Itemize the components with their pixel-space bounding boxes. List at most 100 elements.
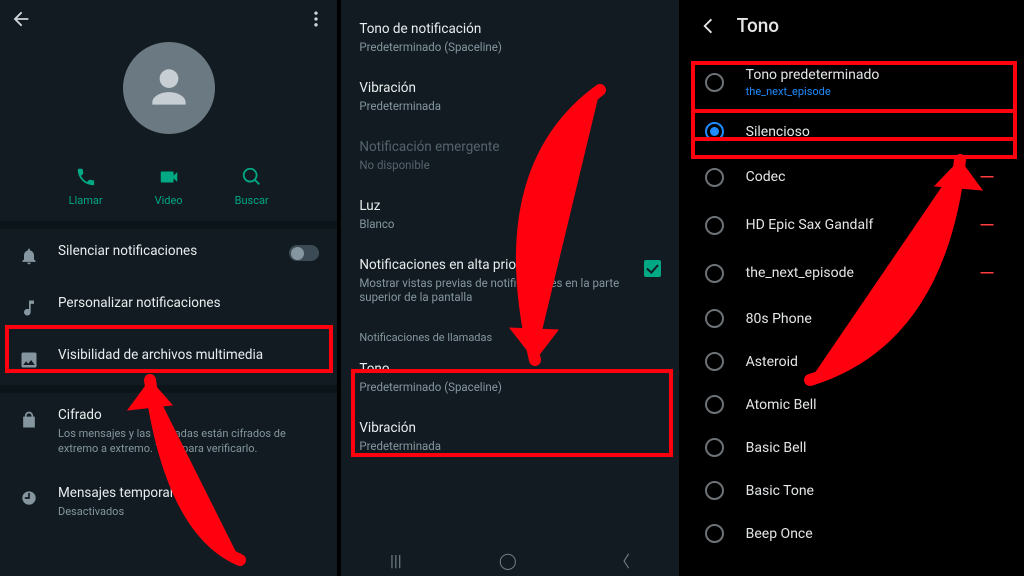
vibration-title: Vibración — [359, 80, 660, 96]
remove-icon[interactable]: — — [976, 165, 998, 189]
image-icon — [18, 349, 40, 371]
call-label: Llamar — [69, 194, 103, 207]
mute-toggle[interactable] — [289, 245, 319, 261]
vibration2-title: Vibración — [359, 420, 660, 436]
music-note-icon — [18, 297, 40, 319]
ringtone-label: Beep Once — [746, 526, 813, 542]
call-tone-row[interactable]: Tono Predeterminado (Spaceline) — [341, 348, 678, 407]
ringtone-option[interactable]: Codec — — [683, 153, 1020, 201]
notification-tone-row[interactable]: Tono de notificación Predeterminado (Spa… — [341, 8, 678, 67]
customize-notifications-row[interactable]: Personalizar notificaciones — [0, 281, 337, 333]
call-tone-value: Predeterminado (Spaceline) — [359, 380, 660, 394]
radio-icon[interactable] — [705, 309, 724, 328]
ringtone-label: Silencioso — [746, 124, 810, 140]
remove-icon[interactable]: — — [976, 261, 998, 285]
popup-value: No disponible — [359, 158, 660, 172]
customize-label: Personalizar notificaciones — [58, 295, 319, 311]
popup-row: Notificación emergente No disponible — [341, 126, 678, 185]
search-label: Buscar — [235, 194, 269, 207]
video-icon — [158, 166, 180, 188]
media-label: Visibilidad de archivos multimedia — [58, 347, 319, 363]
ringtone-option[interactable]: Asteroid — [683, 340, 1020, 383]
search-action[interactable]: Buscar — [235, 166, 269, 207]
disappearing-title: Mensajes temporales — [58, 485, 187, 501]
radio-icon[interactable] — [705, 524, 724, 543]
vibration2-row[interactable]: Vibración Predeterminada — [341, 407, 678, 466]
notification-tone-title: Tono de notificación — [359, 21, 660, 37]
bell-icon — [18, 245, 40, 267]
light-row[interactable]: Luz Blanco — [341, 185, 678, 244]
radio-icon[interactable] — [705, 122, 724, 141]
ringtone-sublabel: the_next_episode — [746, 85, 998, 98]
notification-tone-value: Predeterminado (Spaceline) — [359, 40, 660, 54]
radio-icon[interactable] — [705, 352, 724, 371]
radio-icon[interactable] — [705, 481, 724, 500]
disappearing-sub: Desactivados — [58, 505, 319, 520]
ringtone-picker-screen: Tono Tono predeterminado the_next_episode… — [683, 0, 1024, 576]
call-action[interactable]: Llamar — [69, 166, 103, 207]
radio-icon[interactable] — [705, 216, 724, 235]
lock-icon — [18, 409, 40, 431]
contact-avatar[interactable] — [123, 42, 215, 134]
ringtone-option[interactable]: the_next_episode — — [683, 249, 1020, 297]
video-label: Video — [155, 194, 183, 207]
ringtone-option[interactable]: Beep Once — [683, 512, 1020, 555]
ringtone-option[interactable]: Silencioso — [683, 110, 1020, 153]
radio-icon[interactable] — [705, 168, 724, 187]
ringtone-label: HD Epic Sax Gandalf — [746, 217, 874, 233]
picker-title: Tono — [737, 14, 779, 37]
ringtone-label: Atomic Bell — [746, 397, 817, 413]
nav-home-icon[interactable]: ◯ — [499, 551, 517, 570]
ringtone-option[interactable]: Tono predeterminado the_next_episode — [683, 55, 1020, 110]
priority-sub: Mostrar vistas previas de notificaciones… — [359, 276, 633, 304]
vibration2-value: Predeterminada — [359, 439, 660, 453]
encryption-title: Cifrado — [58, 407, 102, 423]
search-icon — [241, 166, 263, 188]
call-section-header: Notificaciones de llamadas — [341, 317, 678, 348]
radio-icon[interactable] — [705, 73, 724, 92]
priority-row[interactable]: Notificaciones en alta prioridad Mostrar… — [341, 244, 678, 317]
remove-icon[interactable]: — — [976, 213, 998, 237]
light-value: Blanco — [359, 217, 660, 231]
encryption-row[interactable]: Cifrado Los mensajes y las llamadas está… — [0, 393, 337, 471]
phone-icon — [75, 166, 97, 188]
nav-back-icon[interactable]: 〈 — [614, 548, 630, 572]
vibration-value: Predeterminada — [359, 99, 660, 113]
timer-icon — [18, 487, 40, 509]
priority-title: Notificaciones en alta prioridad — [359, 257, 633, 273]
ringtone-label: the_next_episode — [746, 265, 854, 281]
radio-icon[interactable] — [705, 395, 724, 414]
priority-checkbox[interactable] — [644, 260, 661, 277]
ringtone-label: Basic Bell — [746, 440, 807, 456]
back-arrow-icon[interactable] — [10, 8, 32, 30]
media-visibility-row[interactable]: Visibilidad de archivos multimedia — [0, 333, 337, 385]
nav-recents-icon[interactable]: ||| — [390, 551, 402, 570]
ringtone-label: Codec — [746, 169, 786, 185]
mute-notifications-row[interactable]: Silenciar notificaciones — [0, 229, 337, 281]
custom-notifications-screen: Tono de notificación Predeterminado (Spa… — [341, 0, 682, 576]
more-vert-icon[interactable] — [305, 8, 327, 30]
radio-icon[interactable] — [705, 264, 724, 283]
ringtone-option[interactable]: Atomic Bell — [683, 383, 1020, 426]
ringtone-option[interactable]: HD Epic Sax Gandalf — — [683, 201, 1020, 249]
call-tone-title: Tono — [359, 361, 660, 377]
ringtone-label: 80s Phone — [746, 311, 812, 327]
contact-info-screen: Llamar Video Buscar Silenciar notificaci… — [0, 0, 341, 576]
ringtone-list: Tono predeterminado the_next_episode Silen… — [683, 55, 1020, 555]
video-action[interactable]: Video — [155, 166, 183, 207]
disappearing-row[interactable]: Mensajes temporales Desactivados — [0, 471, 337, 534]
ringtone-label: Tono predeterminado — [746, 67, 880, 83]
mute-label: Silenciar notificaciones — [58, 243, 271, 259]
ringtone-option[interactable]: Basic Bell — [683, 426, 1020, 469]
ringtone-option[interactable]: Basic Tone — [683, 469, 1020, 512]
android-navbar[interactable]: ||| ◯ 〈 — [341, 544, 678, 576]
light-title: Luz — [359, 198, 660, 214]
encryption-sub: Los mensajes y las llamadas están cifrad… — [58, 427, 319, 457]
ringtone-option[interactable]: 80s Phone — [683, 297, 1020, 340]
ringtone-label: Basic Tone — [746, 483, 814, 499]
radio-icon[interactable] — [705, 438, 724, 457]
popup-title: Notificación emergente — [359, 139, 660, 155]
vibration-row[interactable]: Vibración Predeterminada — [341, 67, 678, 126]
back-chevron-icon[interactable] — [697, 15, 719, 37]
ringtone-label: Asteroid — [746, 354, 798, 370]
